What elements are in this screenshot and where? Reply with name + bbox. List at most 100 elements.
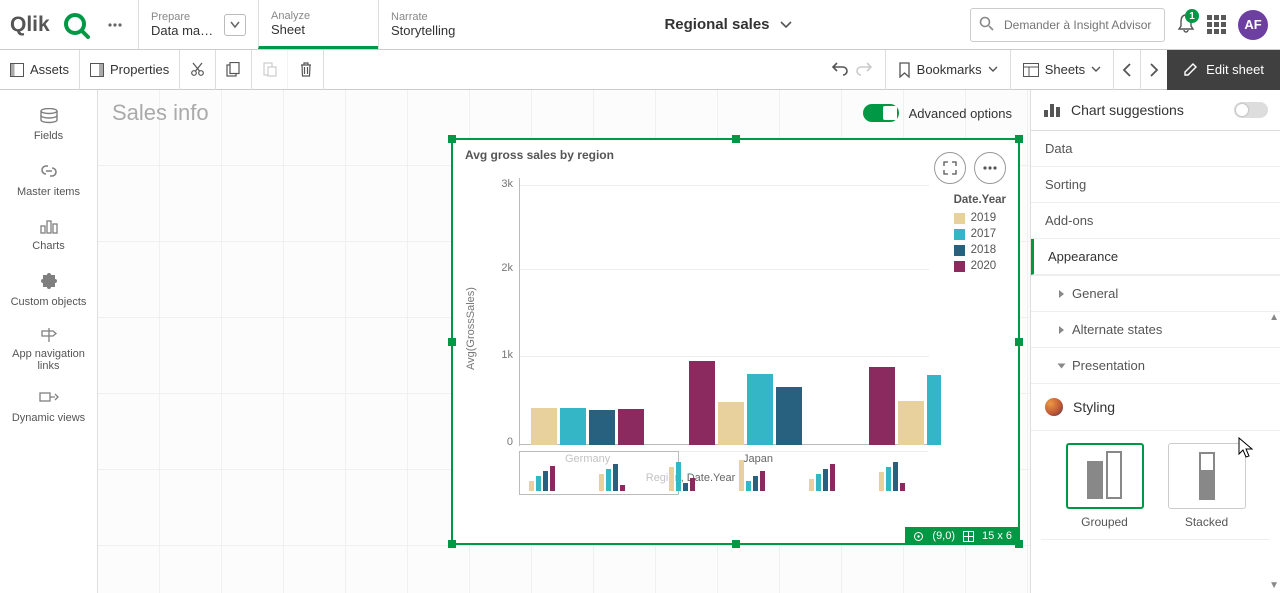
chart-more-button[interactable]	[974, 152, 1006, 184]
bar-chart-object[interactable]: Avg gross sales by region Date.Year 2019…	[451, 138, 1020, 545]
caret-right-icon	[1059, 326, 1064, 334]
minimap-bar	[543, 471, 548, 491]
chevron-left-icon	[1122, 63, 1132, 77]
properties-button[interactable]: Properties	[80, 50, 180, 90]
section-appearance[interactable]: Appearance	[1031, 239, 1280, 275]
appearance-presentation[interactable]: Presentation	[1031, 348, 1280, 384]
resize-handle[interactable]	[448, 540, 456, 548]
layout-grouped[interactable]: Grouped	[1066, 443, 1144, 529]
resize-handle[interactable]	[1015, 338, 1023, 346]
insight-search[interactable]	[970, 8, 1165, 42]
minimap-bar	[606, 469, 611, 491]
resize-handle[interactable]	[448, 135, 456, 143]
legend-item[interactable]: 2019	[954, 212, 1006, 224]
legend-label: 2017	[971, 228, 997, 240]
nav-analyze[interactable]: Analyze Sheet	[258, 0, 378, 49]
assets-button[interactable]: Assets	[0, 50, 80, 90]
minimap-bar	[760, 471, 765, 491]
advanced-options-toggle[interactable]	[863, 104, 899, 122]
rail-charts[interactable]: Charts	[0, 208, 97, 262]
avatar[interactable]: AF	[1238, 10, 1268, 40]
coord-size: 15 x 6	[982, 530, 1012, 542]
nav-prepare-label: Prepare	[151, 11, 218, 23]
bar[interactable]	[927, 375, 941, 445]
sheet-canvas[interactable]: Sales info Advanced options Avg gross sa…	[98, 90, 1030, 593]
legend-swatch	[954, 213, 965, 224]
sheet-title[interactable]: Sales info	[112, 100, 209, 126]
chevron-down-icon[interactable]	[780, 16, 792, 33]
minimap-bar	[893, 462, 898, 491]
legend-item[interactable]: 2020	[954, 260, 1006, 272]
app-launcher-icon[interactable]	[1207, 15, 1226, 34]
chevron-down-icon	[1091, 66, 1101, 73]
notifications-button[interactable]: 1	[1177, 13, 1195, 36]
resize-handle[interactable]	[448, 338, 456, 346]
insight-search-input[interactable]	[1002, 17, 1156, 33]
position-size-badge: (9,0) 15 x 6	[905, 527, 1020, 545]
styling-button[interactable]: Styling	[1031, 384, 1280, 431]
nav-prepare-value: Data man...	[151, 23, 218, 38]
legend-item[interactable]: 2017	[954, 228, 1006, 240]
delete-button[interactable]	[288, 50, 324, 90]
nav-prepare[interactable]: Prepare Data man...	[138, 0, 258, 49]
bar[interactable]	[869, 367, 895, 445]
legend-item[interactable]: 2018	[954, 244, 1006, 256]
bar[interactable]	[776, 387, 802, 445]
target-icon	[913, 531, 924, 542]
section-data[interactable]: Data	[1031, 131, 1280, 167]
fullscreen-button[interactable]	[934, 152, 966, 184]
resize-handle[interactable]	[732, 135, 740, 143]
qlik-logo[interactable]: Qlik	[10, 11, 92, 39]
resize-handle[interactable]	[1015, 135, 1023, 143]
minimap-bar	[886, 467, 891, 491]
bookmarks-button[interactable]: Bookmarks	[885, 50, 1010, 90]
legend-swatch	[954, 245, 965, 256]
bar[interactable]	[589, 410, 615, 445]
bar[interactable]	[618, 409, 644, 445]
layout-stacked[interactable]: Stacked	[1168, 443, 1246, 529]
bar[interactable]	[747, 374, 773, 445]
appearance-general[interactable]: General	[1031, 276, 1280, 312]
palette-icon	[1045, 398, 1063, 416]
sheets-button[interactable]: Sheets	[1010, 50, 1113, 90]
section-sorting[interactable]: Sorting	[1031, 167, 1280, 203]
bar[interactable]	[560, 408, 586, 445]
scroll-up-arrow[interactable]: ▲	[1269, 312, 1279, 323]
paste-icon	[262, 62, 277, 77]
rail-custom-objects[interactable]: Custom objects	[0, 262, 97, 318]
chart-title: Avg gross sales by region	[465, 148, 614, 162]
minimap-bar	[900, 483, 905, 491]
section-addons[interactable]: Add-ons	[1031, 203, 1280, 239]
edit-sheet-button[interactable]: Edit sheet	[1167, 50, 1280, 90]
redo-button[interactable]	[855, 60, 873, 79]
scroll-down-arrow[interactable]: ▼	[1269, 580, 1279, 591]
copy-button[interactable]	[216, 50, 252, 90]
chart-legend: Date.Year 2019 2017 2018 2020	[954, 194, 1006, 276]
undo-button[interactable]	[831, 60, 849, 79]
chart-suggestions-toggle[interactable]	[1234, 102, 1268, 118]
bookmark-icon	[898, 62, 911, 78]
rail-fields[interactable]: Fields	[0, 98, 97, 152]
prev-sheet-button[interactable]	[1113, 50, 1140, 90]
chevron-down-icon[interactable]	[224, 14, 246, 36]
bar[interactable]	[689, 361, 715, 445]
bar[interactable]	[718, 402, 744, 446]
appearance-alternate-states[interactable]: Alternate states	[1031, 312, 1280, 348]
nav-narrate-label: Narrate	[391, 11, 486, 23]
bar-chart-icon	[40, 218, 58, 234]
cut-button[interactable]	[180, 50, 216, 90]
bar[interactable]	[531, 408, 557, 445]
next-sheet-button[interactable]	[1140, 50, 1167, 90]
minimap-bar	[620, 485, 625, 491]
chart-minimap[interactable]	[519, 451, 928, 495]
rail-app-nav-links[interactable]: App navigation links	[0, 318, 97, 382]
global-more-icon[interactable]	[102, 12, 128, 38]
bar[interactable]	[898, 401, 924, 445]
rail-dynamic-views[interactable]: Dynamic views	[0, 382, 97, 434]
legend-title: Date.Year	[954, 194, 1006, 206]
nav-narrate[interactable]: Narrate Storytelling	[378, 0, 498, 49]
resize-handle[interactable]	[732, 540, 740, 548]
legend-label: 2020	[971, 260, 997, 272]
nav-analyze-label: Analyze	[271, 10, 366, 22]
rail-master-items[interactable]: Master items	[0, 152, 97, 208]
